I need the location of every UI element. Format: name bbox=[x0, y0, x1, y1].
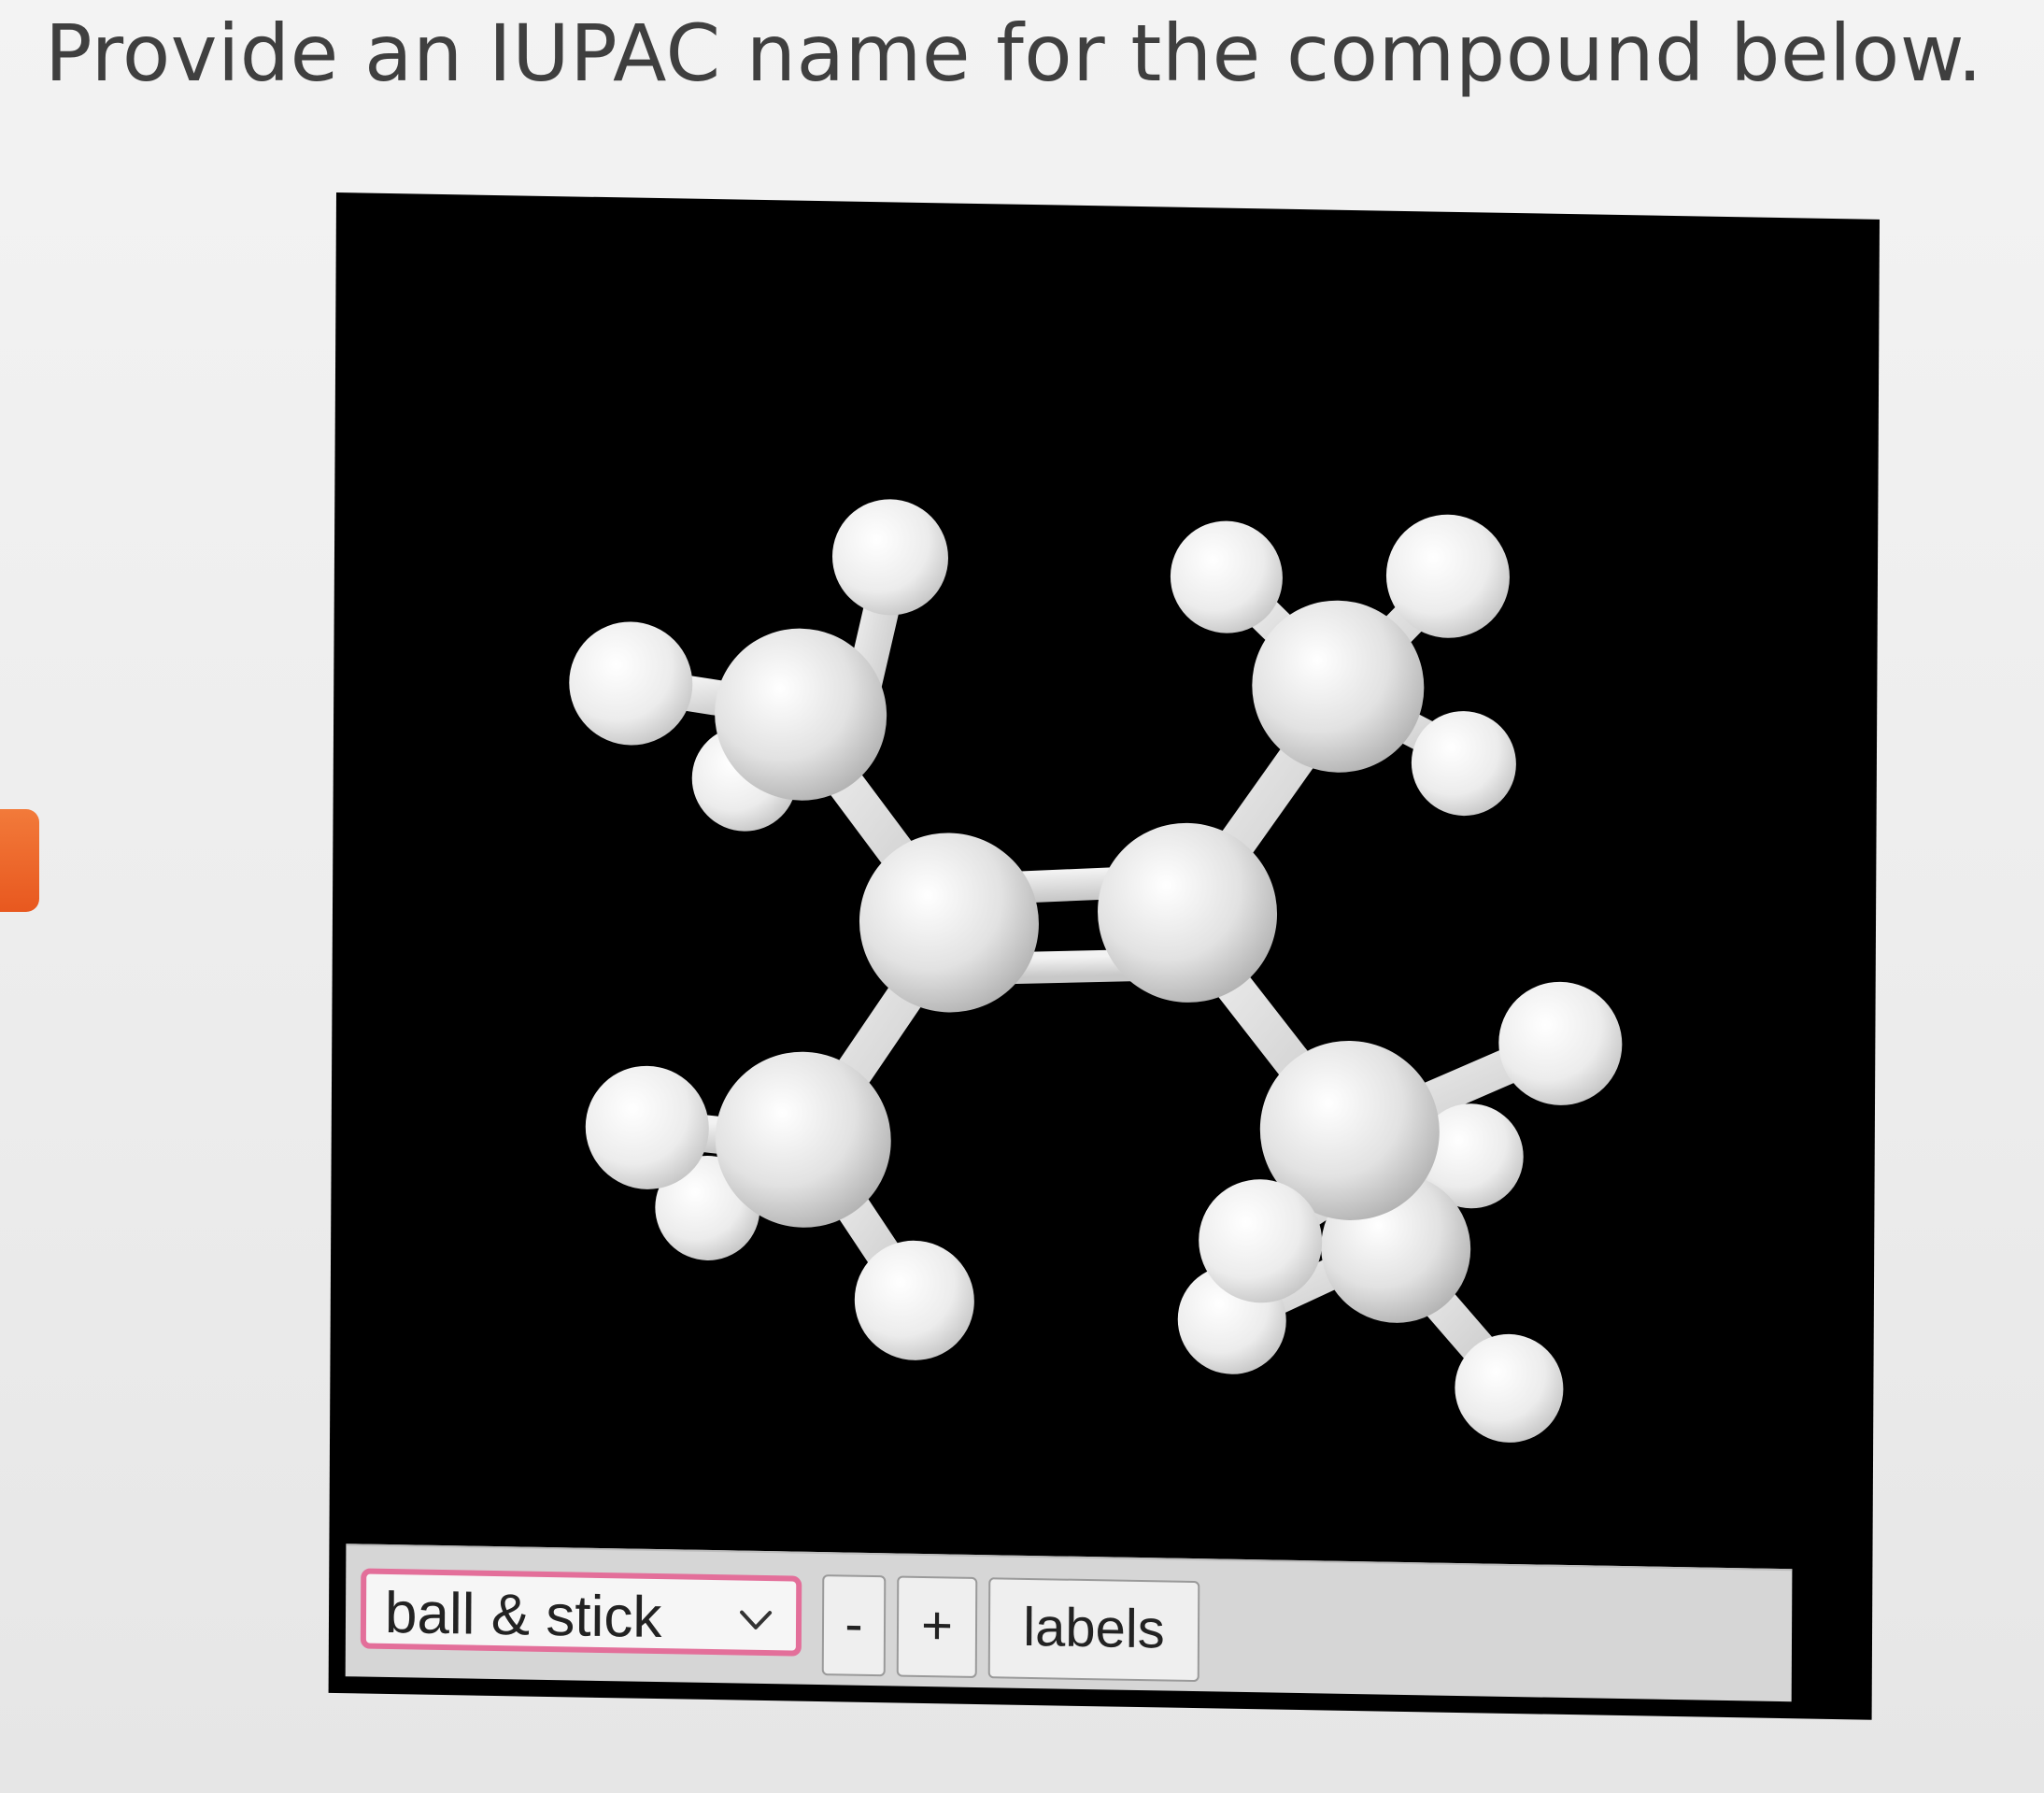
side-tab[interactable] bbox=[0, 809, 39, 912]
hydrogen-atom bbox=[585, 1065, 709, 1189]
hydrogen-atom bbox=[1170, 520, 1283, 633]
chevron-down-icon bbox=[740, 1610, 773, 1629]
question-text: Provide an IUPAC name for the compound b… bbox=[45, 7, 1983, 99]
hydrogen-atom bbox=[1498, 981, 1623, 1105]
style-select-value: ball & stick bbox=[384, 1580, 662, 1651]
viewer-toolbar: ball & stick - + labels bbox=[345, 1544, 1793, 1702]
page: Provide an IUPAC name for the compound b… bbox=[0, 0, 2044, 1793]
molecule-viewer[interactable]: ball & stick - + labels bbox=[328, 192, 1880, 1720]
molecule-3d-canvas[interactable] bbox=[329, 192, 1880, 1584]
zoom-in-button[interactable]: + bbox=[896, 1575, 978, 1678]
hydrogen-atom bbox=[1411, 711, 1516, 817]
hydrogen-atom bbox=[569, 621, 693, 746]
hydrogen-atom bbox=[854, 1240, 974, 1360]
carbon-atom-sp2 bbox=[859, 832, 1039, 1013]
labels-button[interactable]: labels bbox=[987, 1577, 1200, 1683]
zoom-out-button[interactable]: - bbox=[821, 1574, 887, 1677]
style-select[interactable]: ball & stick bbox=[360, 1568, 802, 1657]
hydrogen-atom bbox=[1455, 1333, 1564, 1443]
hydrogen-atom bbox=[832, 499, 949, 616]
